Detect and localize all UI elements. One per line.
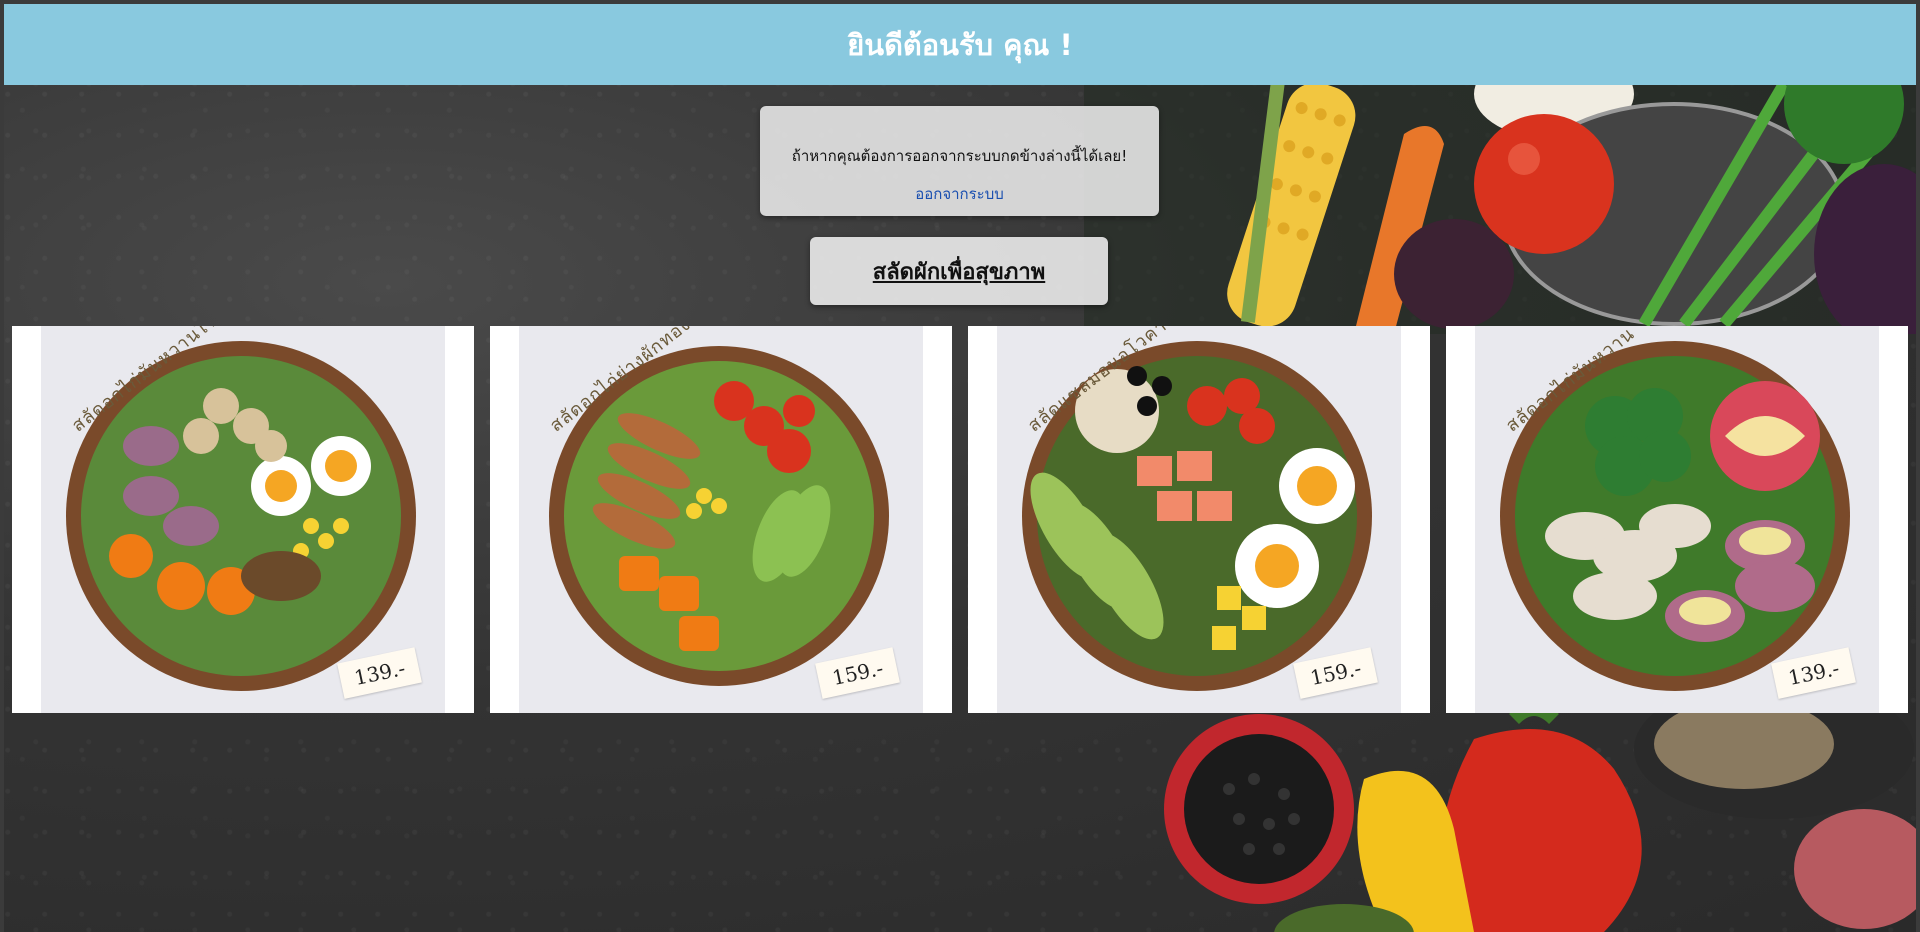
welcome-title: ยินดีต้อนรับ คุณ ! [847, 27, 1073, 62]
welcome-header: ยินดีต้อนรับ คุณ ! [4, 4, 1916, 85]
logout-message: ถ้าหากคุณต้องการออกจากระบบกดข้างล่างนี้ไ… [791, 147, 1128, 165]
salad-photo: สลัดแซลมอนอโวคาโด 159.- [997, 326, 1401, 713]
product-card[interactable]: สลัดอกไก่มันหวาน 139.- [1446, 326, 1908, 713]
logout-link[interactable]: ออกจากระบบ [915, 182, 1004, 206]
section-title: สลัดผักเพื่อสุขภาพ [872, 259, 1046, 285]
product-grid: สลัดอกไก่มันหวานไข่ต้ม 139.- สลัดอกไก่ย่… [12, 326, 1908, 713]
product-card[interactable]: สลัดอกไก่ย่างผักทอง 159.- [490, 326, 952, 713]
section-title-panel: สลัดผักเพื่อสุขภาพ [810, 237, 1108, 305]
product-card[interactable]: สลัดอกไก่มันหวานไข่ต้ม 139.- [12, 326, 474, 713]
page-background: ยินดีต้อนรับ คุณ ! ถ้าหากคุณต้องการออกจา… [4, 4, 1916, 932]
salad-photo: สลัดอกไก่ย่างผักทอง 159.- [519, 326, 923, 713]
salad-photo: สลัดอกไก่มันหวานไข่ต้ม 139.- [41, 326, 445, 713]
salad-photo: สลัดอกไก่มันหวาน 139.- [1475, 326, 1879, 713]
product-card[interactable]: สลัดแซลมอนอโวคาโด 159.- [968, 326, 1430, 713]
logout-panel: ถ้าหากคุณต้องการออกจากระบบกดข้างล่างนี้ไ… [760, 106, 1159, 216]
